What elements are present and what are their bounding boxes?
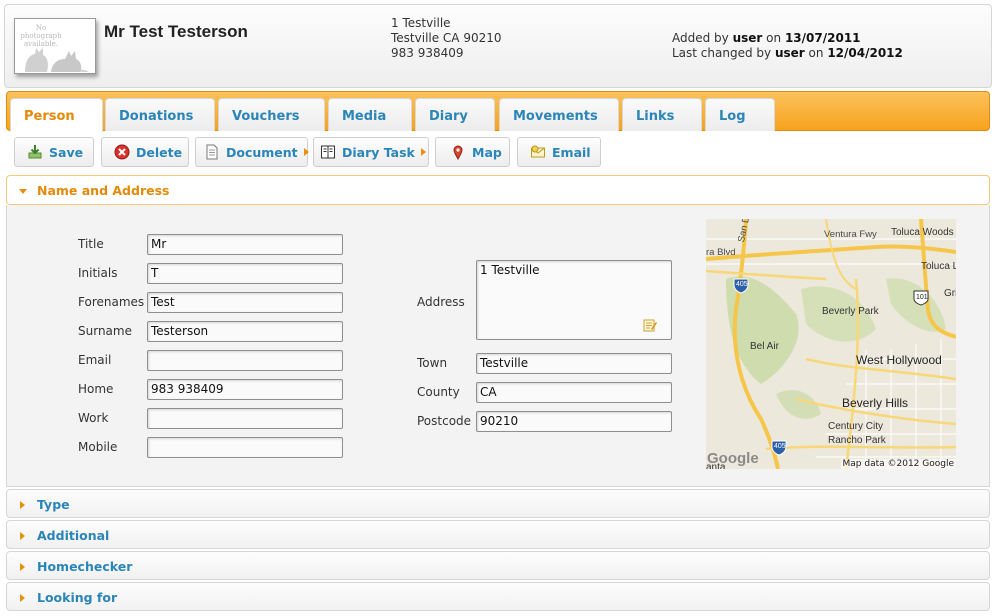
home-phone-field[interactable]: 983 938409	[147, 379, 343, 400]
tab-media[interactable]: Media	[328, 98, 412, 131]
tab-links[interactable]: Links	[622, 98, 702, 131]
county-field[interactable]: CA	[476, 382, 672, 403]
record-header: No photograph available. Mr Test Testers…	[4, 4, 992, 88]
tab-person[interactable]: Person	[10, 98, 103, 132]
delete-button[interactable]: Delete	[101, 137, 189, 167]
header-address-line2: Testville CA 90210	[391, 31, 502, 45]
collapsed-arrow-icon	[20, 594, 25, 602]
initials-label: Initials	[78, 266, 118, 280]
title-label: Title	[78, 237, 104, 251]
google-logo: Google	[707, 450, 759, 467]
diary-icon	[320, 144, 336, 160]
collapsed-arrow-icon	[20, 563, 25, 571]
collapsed-arrow-icon	[20, 532, 25, 540]
email-button[interactable]: Email	[517, 137, 601, 167]
tab-movements[interactable]: Movements	[499, 98, 619, 131]
map-label-beverly-hills: Beverly Hills	[842, 396, 909, 410]
save-button[interactable]: Save	[14, 137, 94, 167]
map-pin-icon	[450, 144, 466, 160]
section-type[interactable]: Type	[6, 489, 990, 518]
email-field[interactable]	[147, 350, 343, 371]
county-label: County	[417, 385, 460, 399]
expanded-arrow-icon	[19, 189, 27, 194]
town-label: Town	[417, 356, 448, 370]
map-label-west-hollywood: West Hollywood	[856, 353, 942, 367]
tab-vouchers[interactable]: Vouchers	[218, 98, 325, 131]
person-photo-placeholder[interactable]: No photograph available.	[14, 18, 96, 74]
save-icon	[27, 144, 43, 160]
map-shield-405-top: 405	[736, 281, 748, 288]
map-label-blvd: ra Blvd	[706, 247, 736, 258]
edit-note-icon[interactable]	[643, 318, 657, 332]
map-shield-405-bottom: 405	[774, 443, 786, 450]
map-label-beverly-park: Beverly Park	[822, 306, 879, 317]
title-field[interactable]: Mr	[147, 234, 343, 255]
changed-date: 12/04/2012	[827, 46, 903, 60]
tab-donations[interactable]: Donations	[105, 98, 215, 131]
map-label-toluca-lake: Toluca Lak	[921, 261, 956, 272]
map-shield-101: 101	[916, 294, 928, 301]
dropdown-caret-icon	[420, 148, 426, 156]
added-by-line: Added by user on 13/07/2011	[672, 31, 861, 45]
address-value: 1 Testville	[480, 263, 540, 277]
header-address: 1 Testville Testville CA 90210 983 93840…	[391, 16, 502, 61]
address-textarea[interactable]: 1 Testville	[476, 260, 672, 340]
section-homechecker[interactable]: Homechecker	[6, 551, 990, 580]
delete-icon	[114, 144, 130, 160]
dropdown-caret-icon	[303, 148, 309, 156]
cat-dog-silhouette-icon	[25, 48, 89, 72]
added-date: 13/07/2011	[784, 31, 861, 45]
surname-field[interactable]: Testerson	[147, 321, 343, 342]
diary-task-button[interactable]: Diary Task	[313, 137, 429, 167]
forenames-field[interactable]: Test	[147, 292, 343, 313]
person-name-heading: Mr Test Testerson	[104, 22, 248, 41]
forenames-label: Forenames	[78, 295, 145, 309]
work-phone-field[interactable]	[147, 408, 343, 429]
map-button[interactable]: Map	[435, 137, 510, 167]
mobile-phone-label: Mobile	[78, 440, 118, 454]
document-button[interactable]: Document	[195, 137, 309, 167]
section-looking-for[interactable]: Looking for	[6, 582, 990, 611]
email-icon	[530, 144, 546, 160]
tab-bar: Person Donations Vouchers Media Diary Mo…	[6, 91, 990, 132]
map-label-rancho-park: Rancho Park	[828, 435, 886, 446]
email-label: Email	[78, 353, 112, 367]
home-phone-label: Home	[78, 382, 114, 396]
changed-by-user: user	[774, 46, 805, 60]
map-label-ventura-fwy: Ventura Fwy	[824, 229, 877, 240]
surname-label: Surname	[78, 324, 132, 338]
tab-log[interactable]: Log	[705, 98, 775, 131]
header-phone: 983 938409	[391, 46, 464, 60]
location-map[interactable]: Ventura Fwy Toluca Woods Toluca Lak San …	[706, 219, 956, 469]
map-label-griffith: Grif	[944, 288, 956, 299]
mobile-phone-field[interactable]	[147, 437, 343, 458]
map-label-bel-air: Bel Air	[750, 341, 779, 352]
postcode-field[interactable]: 90210	[476, 411, 672, 432]
map-label-century-city: Century City	[828, 421, 884, 432]
last-changed-line: Last changed by user on 12/04/2012	[672, 46, 903, 60]
town-field[interactable]: Testville	[476, 353, 672, 374]
audit-info: Added by user on 13/07/2011 Last changed…	[672, 31, 903, 61]
map-label-toluca-woods: Toluca Woods	[891, 227, 954, 238]
address-label: Address	[417, 295, 465, 309]
work-phone-label: Work	[78, 411, 109, 425]
initials-field[interactable]: T	[147, 263, 343, 284]
document-icon	[204, 144, 220, 160]
map-attribution: Map data ©2012 Google	[840, 459, 956, 469]
collapsed-arrow-icon	[20, 501, 25, 509]
tab-diary[interactable]: Diary	[415, 98, 495, 131]
added-by-user: user	[732, 31, 763, 45]
postcode-label: Postcode	[417, 414, 472, 428]
section-additional[interactable]: Additional	[6, 520, 990, 549]
header-address-line1: 1 Testville	[391, 16, 451, 30]
section-name-and-address[interactable]: Name and Address	[6, 175, 990, 205]
